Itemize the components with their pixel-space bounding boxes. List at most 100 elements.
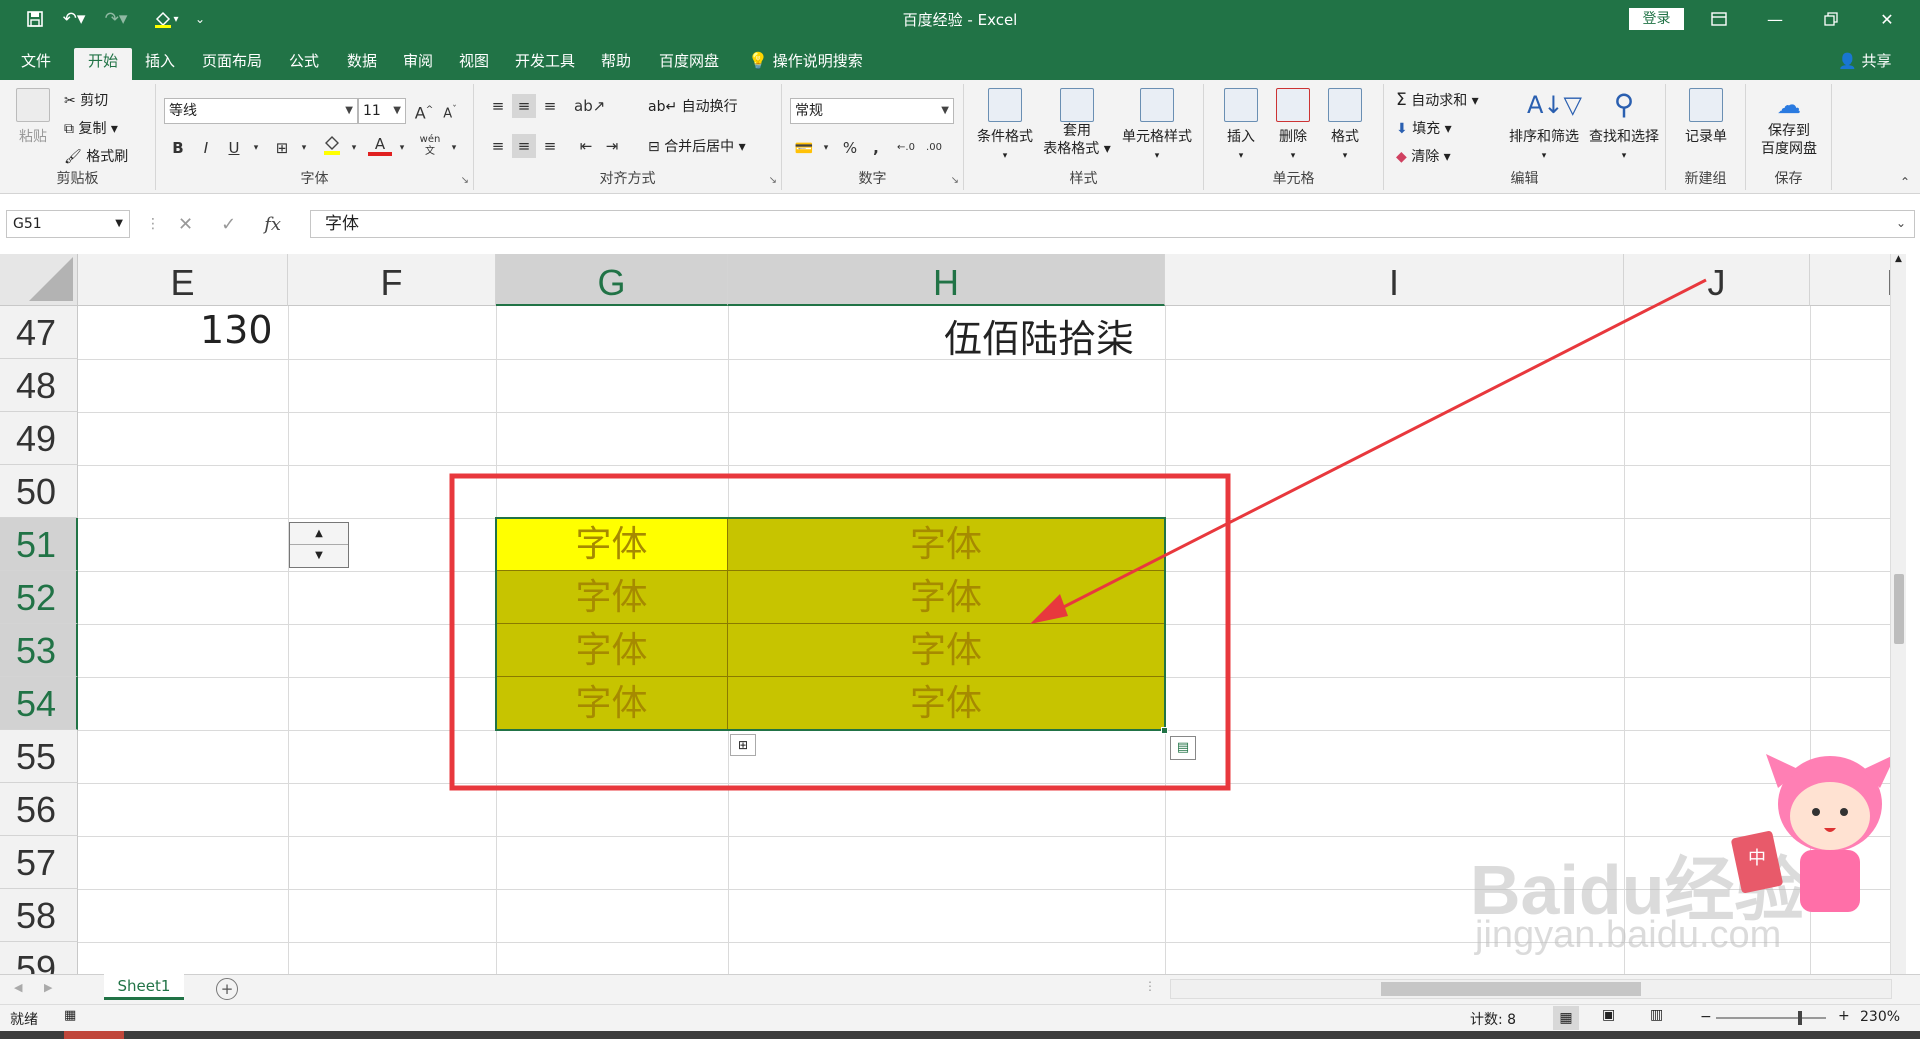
macro-record-icon[interactable]: ▦ — [64, 1008, 76, 1023]
minimize-icon[interactable]: — — [1752, 4, 1798, 34]
enter-icon[interactable]: ✓ — [221, 214, 236, 235]
next-sheet-icon[interactable]: ▶ — [44, 981, 52, 994]
zoom-in-icon[interactable]: + — [1838, 1008, 1850, 1024]
ribbon-display-options-icon[interactable] — [1696, 4, 1742, 34]
cell-styles-button[interactable]: 单元格样式 ▾ — [1114, 88, 1200, 162]
normal-view-icon[interactable]: ▦ — [1553, 1006, 1579, 1030]
align-center-icon[interactable]: ≡ — [512, 134, 536, 158]
login-button[interactable]: 登录 — [1629, 8, 1684, 30]
font-color-button[interactable]: A — [368, 134, 392, 156]
vertical-scrollbar[interactable]: ▲ — [1890, 254, 1906, 974]
orientation-icon[interactable]: ab↗ — [574, 94, 605, 118]
split-handle-icon[interactable]: ⋮ — [1144, 979, 1156, 993]
grow-font-button[interactable]: A^ — [412, 98, 436, 122]
delete-cells-button[interactable]: 删除 ▾ — [1270, 88, 1316, 162]
conditional-formatting-button[interactable]: 条件格式 ▾ — [972, 88, 1038, 162]
fill-button[interactable]: ⬇ 填充 ▾ — [1396, 118, 1452, 138]
dialog-launcher-icon[interactable]: ↘ — [461, 175, 469, 186]
font-size-dropdown[interactable]: 11 ▼ — [358, 98, 406, 124]
zoom-slider-thumb[interactable] — [1798, 1011, 1802, 1025]
align-middle-icon[interactable]: ≡ — [512, 94, 536, 118]
close-icon[interactable]: ✕ — [1864, 4, 1910, 34]
copy-button[interactable]: ⧉ 复制 ▾ — [64, 118, 118, 138]
chevron-down-icon[interactable]: ▾ — [244, 136, 268, 160]
h-scroll-thumb[interactable] — [1381, 982, 1641, 996]
autosum-button[interactable]: Σ 自动求和 ▾ — [1396, 90, 1479, 110]
phonetic-guide-button[interactable]: wén 文 — [418, 134, 442, 158]
accounting-format-icon[interactable]: 💳 — [792, 136, 816, 160]
scroll-up-icon[interactable]: ▲ — [1891, 254, 1906, 268]
tab-page-layout[interactable]: 页面布局 — [196, 48, 268, 80]
tab-home[interactable]: 开始 — [74, 48, 132, 80]
tell-me-search[interactable]: 💡 操作说明搜索 — [748, 48, 863, 74]
chevron-down-icon[interactable]: ▾ — [814, 136, 838, 160]
chevron-down-icon[interactable]: ▾ — [390, 136, 414, 160]
merge-center-button[interactable]: ⊟ 合并后居中 ▾ — [648, 136, 746, 156]
horizontal-scrollbar[interactable] — [1170, 979, 1892, 999]
tab-formulas[interactable]: 公式 — [280, 48, 328, 80]
tab-view[interactable]: 视图 — [450, 48, 498, 80]
tab-developer[interactable]: 开发工具 — [508, 48, 582, 80]
add-sheet-icon[interactable]: + — [216, 978, 238, 1000]
chevron-down-icon[interactable]: ▾ — [342, 136, 366, 160]
tab-data[interactable]: 数据 — [338, 48, 386, 80]
insert-cells-button[interactable]: 插入 ▾ — [1218, 88, 1264, 162]
align-top-icon[interactable]: ≡ — [486, 94, 510, 118]
dialog-launcher-icon[interactable]: ↘ — [769, 175, 777, 186]
dialog-launcher-icon[interactable]: ↘ — [951, 175, 959, 186]
more-options-icon[interactable]: ⋮ — [146, 216, 160, 232]
cancel-icon[interactable]: ✕ — [178, 214, 193, 235]
prev-sheet-icon[interactable]: ◀ — [14, 981, 22, 994]
zoom-slider[interactable] — [1716, 1011, 1826, 1025]
increase-indent-icon[interactable]: ⇥ — [600, 134, 624, 158]
decrease-decimal-icon[interactable]: .00 — [922, 136, 946, 160]
name-box[interactable]: G51 ▼ — [6, 210, 130, 238]
find-select-button[interactable]: ⚲ 查找和选择 ▾ — [1584, 88, 1664, 162]
save-to-netdisk-button[interactable]: ☁ 保存到 百度网盘 — [1750, 88, 1828, 158]
borders-icon[interactable]: ⊞ — [270, 136, 294, 160]
zoom-level[interactable]: 230% — [1860, 1009, 1900, 1025]
align-bottom-icon[interactable]: ≡ — [538, 94, 562, 118]
page-layout-view-icon[interactable]: ▣ — [1602, 1007, 1615, 1023]
wrap-text-button[interactable]: ab↵ 自动换行 — [648, 96, 738, 116]
formula-input[interactable]: 字体 — [310, 210, 1915, 238]
tab-insert[interactable]: 插入 — [136, 48, 184, 80]
expand-formula-icon[interactable]: ⌄ — [1896, 216, 1906, 230]
percent-button[interactable]: % — [838, 136, 862, 160]
tab-help[interactable]: 帮助 — [592, 48, 640, 80]
sheet-tab-sheet1[interactable]: Sheet1 — [104, 974, 184, 1000]
record-form-button[interactable]: 记录单 — [1676, 88, 1736, 146]
highlight-fill-icon[interactable] — [320, 134, 344, 158]
worksheet-grid[interactable]: E F G H I J I 47 48 49 50 51 52 53 54 55… — [0, 254, 1906, 974]
chevron-down-icon[interactable]: ▾ — [442, 136, 466, 160]
insert-function-icon[interactable]: fx — [264, 214, 281, 235]
format-painter-button[interactable]: 🖌 格式刷 — [64, 146, 128, 166]
page-break-view-icon[interactable]: ▥ — [1650, 1007, 1663, 1023]
increase-decimal-icon[interactable]: ←.0 — [894, 136, 918, 160]
number-format-dropdown[interactable]: 常规 ▼ — [790, 98, 954, 124]
tab-review[interactable]: 审阅 — [394, 48, 442, 80]
tab-baidu-netdisk[interactable]: 百度网盘 — [652, 48, 726, 80]
scroll-thumb[interactable] — [1894, 574, 1904, 644]
share-button[interactable]: 👤 共享 — [1838, 48, 1891, 74]
cut-button[interactable]: ✂ 剪切 — [64, 90, 108, 110]
format-as-table-button[interactable]: 套用 表格格式 ▾ — [1040, 88, 1114, 158]
bold-button[interactable]: B — [166, 136, 190, 160]
font-name-dropdown[interactable]: 等线 ▼ — [164, 98, 358, 124]
sort-filter-button[interactable]: A↓▽ 排序和筛选 ▾ — [1504, 88, 1584, 162]
shrink-font-button[interactable]: Aˇ — [438, 98, 462, 122]
clear-button[interactable]: ◆ 清除 ▾ — [1396, 146, 1451, 166]
collapse-ribbon-icon[interactable]: ⌃ — [1900, 175, 1910, 189]
restore-icon[interactable] — [1808, 4, 1854, 34]
decrease-indent-icon[interactable]: ⇤ — [574, 134, 598, 158]
italic-button[interactable]: I — [194, 136, 218, 160]
zoom-out-icon[interactable]: − — [1700, 1009, 1712, 1025]
underline-button[interactable]: U — [222, 136, 246, 160]
chevron-down-icon[interactable]: ▾ — [292, 136, 316, 160]
align-left-icon[interactable]: ≡ — [486, 134, 510, 158]
tab-file[interactable]: 文件 — [10, 48, 62, 80]
comma-button[interactable]: , — [864, 136, 888, 160]
format-cells-button[interactable]: 格式 ▾ — [1322, 88, 1368, 162]
align-right-icon[interactable]: ≡ — [538, 134, 562, 158]
paste-button[interactable]: 粘贴 — [12, 88, 54, 146]
